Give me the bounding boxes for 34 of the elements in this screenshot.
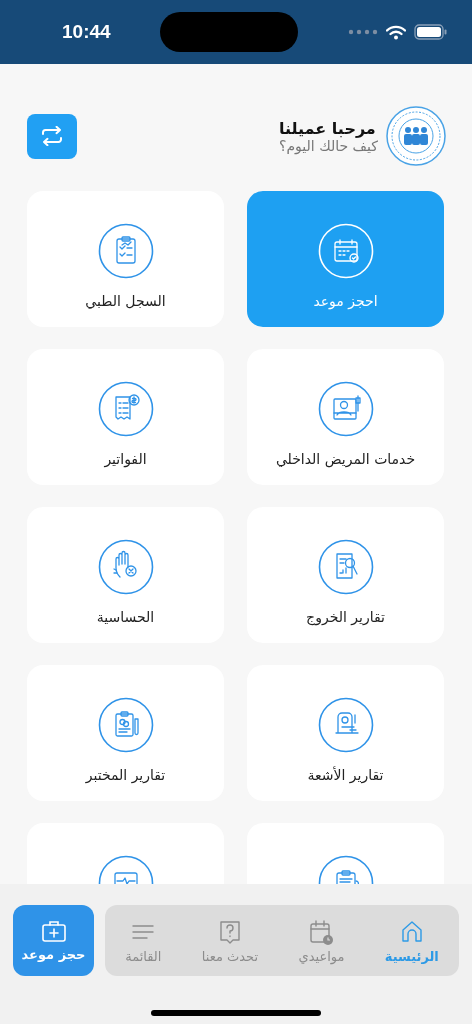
service-label: تقارير الخروج — [306, 609, 385, 625]
service-card[interactable]: السجل الطبي — [27, 191, 224, 327]
lab-report-icon — [97, 697, 154, 753]
clipboard-icon — [97, 223, 154, 279]
service-label: احجز موعد — [313, 293, 378, 309]
service-label: السجل الطبي — [85, 293, 166, 309]
service-card[interactable]: تقارير المختبر — [27, 665, 224, 801]
service-label: الفواتير — [104, 451, 147, 467]
wifi-icon — [386, 24, 406, 40]
calendar-icon — [317, 223, 374, 279]
service-card[interactable]: الفواتير — [27, 349, 224, 485]
calendar-clock-icon — [307, 917, 336, 946]
service-card[interactable]: الحساسية — [27, 507, 224, 643]
service-label: خدمات المريض الداخلي — [275, 451, 416, 467]
greeting-title: مرحبا عميلنا — [279, 118, 376, 138]
service-label: تقارير المختبر — [85, 767, 166, 783]
scanner-icon — [317, 697, 374, 753]
medical-kit-icon — [40, 919, 67, 943]
service-label: تقارير الأشعة — [307, 767, 384, 783]
invoice-icon — [97, 381, 154, 437]
report-search-icon — [317, 539, 374, 595]
service-card[interactable]: تقارير الأشعة — [247, 665, 444, 801]
signal-icon — [348, 29, 378, 35]
status-time: 10:44 — [62, 21, 111, 43]
patient-bed-icon — [317, 381, 374, 437]
logo-icon — [386, 106, 446, 166]
service-card[interactable]: خدمات المريض الداخلي — [247, 349, 444, 485]
switch-button[interactable] — [27, 113, 77, 159]
service-label: الحساسية — [96, 609, 155, 625]
service-card[interactable]: تقارير الخروج — [247, 507, 444, 643]
swap-arrows-icon — [40, 126, 64, 146]
battery-icon — [414, 24, 448, 40]
hand-icon — [97, 539, 154, 595]
greeting-subtitle: كيف حالك اليوم؟ — [279, 137, 378, 154]
